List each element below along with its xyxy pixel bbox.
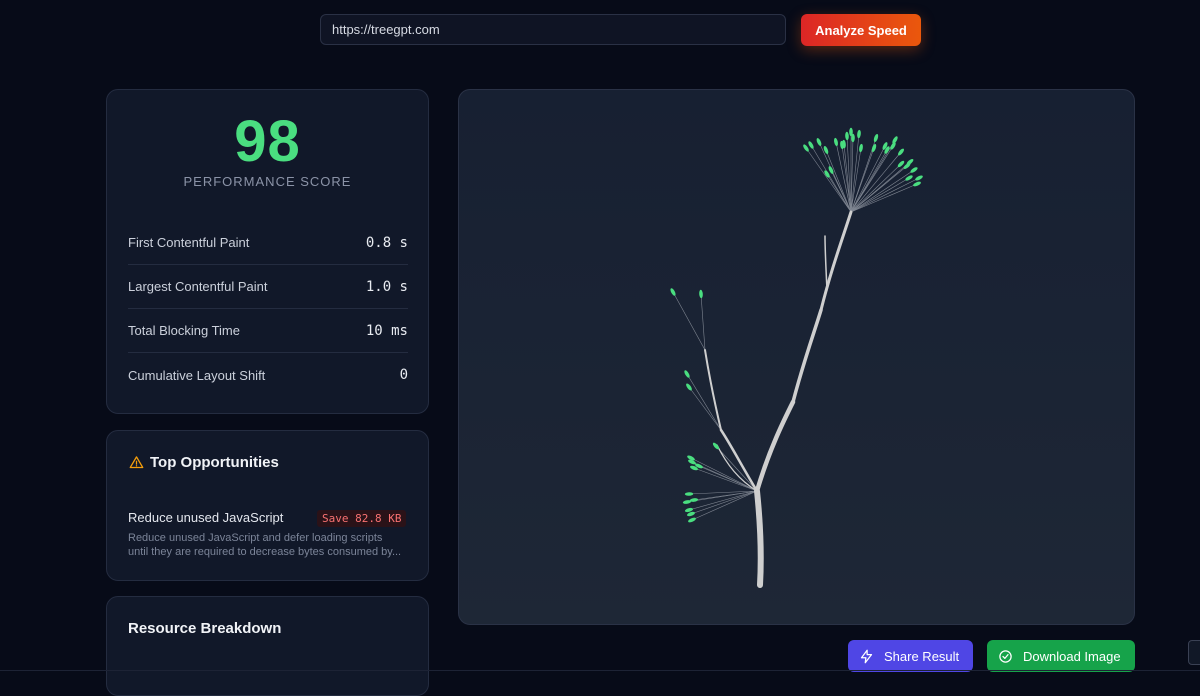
overflow-control[interactable] [1188,640,1200,665]
leaf [857,129,861,139]
leaf [670,288,676,296]
metric-name: Total Blocking Time [128,323,240,338]
leaf [913,181,921,187]
leaf [684,370,690,378]
leaf [816,138,822,146]
check-circle-icon [999,649,1012,663]
metric-value: 0 [399,367,408,383]
savings-badge: Save 82.8 KB [317,510,407,527]
opportunity-title: Reduce unused JavaScript [128,510,284,525]
leaf [808,141,814,149]
lightning-icon [860,649,873,663]
metric-row-cls: Cumulative Layout Shift 0 [128,353,408,397]
performance-score-value: 98 [234,109,301,174]
metric-value: 0.8 s [365,234,408,251]
metric-value: 1.0 s [365,278,408,295]
url-input[interactable] [320,14,786,45]
leaf [699,289,703,299]
leaf [845,131,849,141]
resource-breakdown-card [106,596,429,696]
share-result-button[interactable]: Share Result [848,640,973,672]
opportunity-description: Reduce unused JavaScript and defer loadi… [128,532,402,558]
metric-row-lcp: Largest Contentful Paint 1.0 s [128,265,408,309]
tree-illustration [670,127,923,588]
warning-icon [129,456,144,469]
leaf [915,175,923,181]
metric-name: First Contentful Paint [128,235,250,250]
divider [0,670,1200,671]
opportunities-title: Top Opportunities [150,454,279,471]
metric-row-tbt: Total Blocking Time 10 ms [128,309,408,353]
resource-breakdown-title: Resource Breakdown [128,620,282,637]
leaf [686,383,692,391]
leaf [873,133,879,143]
analyze-speed-button[interactable]: Analyze Speed [801,14,921,46]
metric-value: 10 ms [365,322,408,339]
tree-visualization-canvas [458,89,1135,625]
download-image-label: Download Image [1023,648,1121,664]
leaf [823,146,829,154]
metric-row-fcp: First Contentful Paint 0.8 s [128,221,408,265]
performance-score-label: PERFORMANCE SCORE [183,174,352,189]
metric-name: Largest Contentful Paint [128,279,268,294]
leaf [834,137,838,147]
leaf [859,143,863,153]
leaf [688,517,696,523]
leaf [803,144,809,152]
share-result-label: Share Result [884,648,960,664]
leaf [684,492,694,496]
metric-name: Cumulative Layout Shift [128,367,266,383]
leaf [910,167,918,173]
download-image-button[interactable]: Download Image [987,640,1135,672]
